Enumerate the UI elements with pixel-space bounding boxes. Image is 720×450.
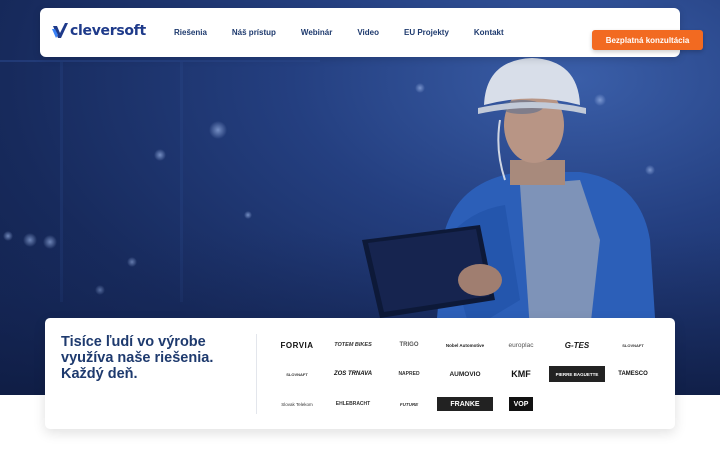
checkmark-logo-icon — [52, 23, 68, 38]
partner-logo-tamesco: TAMESCO — [618, 371, 648, 377]
partner-logo-forvia: FORVIA — [280, 340, 314, 350]
nav-link-video[interactable]: Video — [357, 28, 379, 37]
free-consultation-button[interactable]: Bezplatná konzultácia — [592, 30, 703, 50]
nav-menu: Riešenia Náš prístup Webinár Video EU Pr… — [174, 8, 529, 57]
vertical-divider — [256, 334, 257, 414]
partner-logo-totem-bikes: TOTEM BIKES — [334, 342, 372, 348]
partner-logo-g-tes: G-TES — [564, 340, 590, 350]
clients-tagline: Tisíce ľudí vo výrobe využíva naše rieše… — [61, 334, 241, 382]
brand-logo[interactable]: cleversoft — [52, 23, 146, 39]
clients-card: Tisíce ľudí vo výrobe využíva naše rieše… — [45, 318, 675, 429]
brand-name: cleversoft — [70, 23, 146, 39]
nav-link-riesenia[interactable]: Riešenia — [174, 28, 207, 37]
partner-logo-ehlebracht: EHLEBRACHT — [335, 401, 371, 407]
partner-logo-vop: VOP — [509, 397, 533, 411]
partner-logo-kmf: KMF — [511, 369, 531, 379]
partner-logos: FORVIA TOTEM BIKES TRIGO Nobel Automotiv… — [267, 334, 667, 424]
partner-logo-franke: FRANKE — [437, 397, 493, 411]
nav-link-nas-pristup[interactable]: Náš prístup — [232, 28, 276, 37]
tagline-line-3: Každý deň. — [61, 366, 138, 382]
partner-logo-future: FUTURE — [399, 401, 419, 407]
partner-logo-napred: NAPRED — [398, 371, 420, 377]
tagline-line-1: Tisíce ľudí vo výrobe — [61, 334, 206, 350]
partner-logo-zos-trnava: ZOS TRNAVA — [333, 371, 373, 377]
partner-logo-aumovio: AUMOVIO — [449, 370, 481, 378]
partner-logo-slovnaft-2: SLOVNAFT — [286, 371, 308, 377]
partner-logo-europlac: europlac — [508, 341, 534, 349]
top-navbar: cleversoft Riešenia Náš prístup Webinár … — [40, 8, 703, 57]
partner-logo-trigo: TRIGO — [399, 342, 419, 348]
nav-link-kontakt[interactable]: Kontakt — [474, 28, 504, 37]
nav-link-webinar[interactable]: Webinár — [301, 28, 332, 37]
partner-logo-slovnaft-1: SLOVNAFT — [622, 342, 644, 348]
partner-logo-slovak-telekom: Slovak Telekom — [281, 401, 313, 407]
partner-logo-pierre-baguette: PIERRE BAGUETTE — [549, 366, 605, 382]
partner-logo-nobel-automotive: Nobel Automotive — [445, 342, 485, 348]
tagline-line-2: využíva naše riešenia. — [61, 350, 214, 366]
nav-link-eu-projekty[interactable]: EU Projekty — [404, 28, 449, 37]
